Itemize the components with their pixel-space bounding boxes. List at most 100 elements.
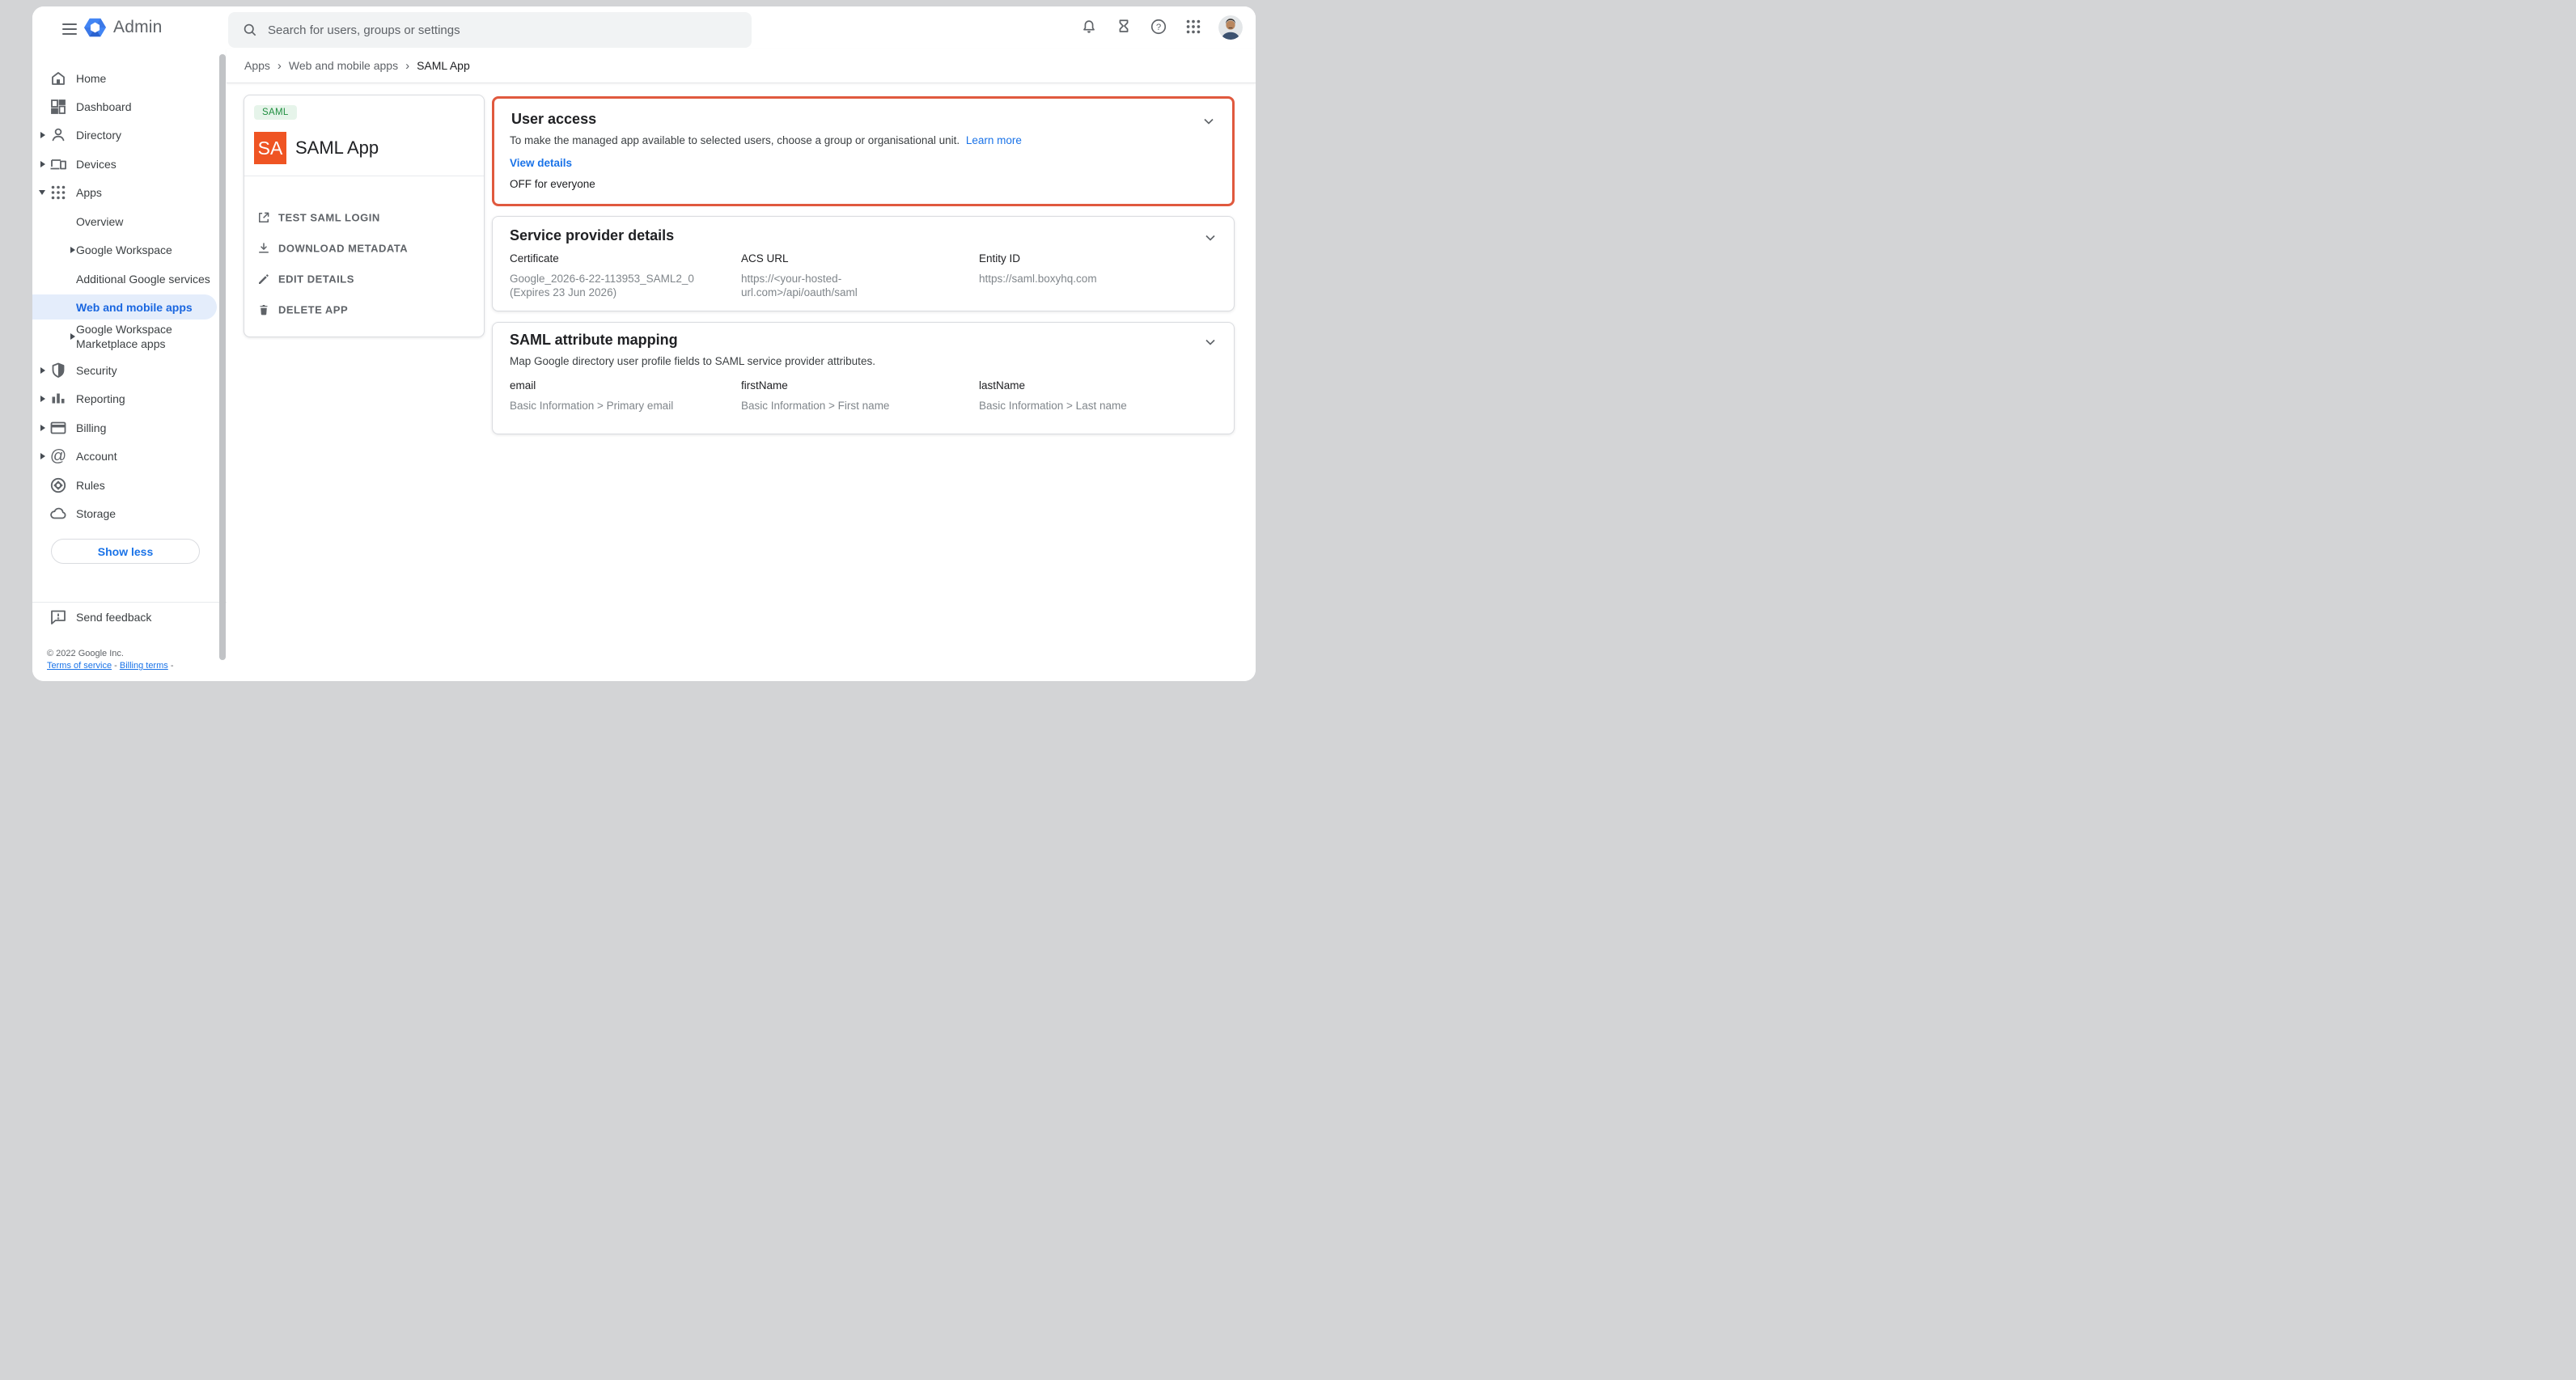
sidebar-item-devices[interactable]: Devices <box>32 150 227 178</box>
field-label: firstName <box>741 379 968 392</box>
field-value: https://<your-hosted- <box>741 272 968 286</box>
svg-text:?: ? <box>1156 23 1161 32</box>
sidebar-item-web-and-mobile-apps[interactable]: Web and mobile apps <box>32 294 217 320</box>
sidebar-divider <box>32 602 227 603</box>
sidebar-item-label: Google Workspace Marketplace apps <box>76 322 197 351</box>
sidebar-item-label: Additional Google services <box>76 273 210 286</box>
apps-grid-icon[interactable] <box>1184 18 1203 37</box>
field-value: Google_2026-6-22-113953_SAML2_0 <box>510 272 736 286</box>
sidebar-item-label: Overview <box>76 215 123 228</box>
footer-separator: - <box>168 661 174 671</box>
sidebar-item-security[interactable]: Security <box>32 356 227 384</box>
breadcrumb: Apps › Web and mobile apps › SAML App <box>227 49 1256 83</box>
expand-right-icon[interactable] <box>40 367 45 374</box>
person-icon <box>49 125 68 145</box>
sidebar-item-additional-google-services[interactable]: Additional Google services <box>32 265 227 293</box>
search-icon <box>242 22 258 38</box>
learn-more-link[interactable]: Learn more <box>966 134 1022 146</box>
sidebar-item-rules[interactable]: Rules <box>32 471 227 499</box>
top-right-icons: ? <box>1079 6 1243 49</box>
sidebar-item-overview[interactable]: Overview <box>32 207 227 235</box>
field-value: Basic Information > Primary email <box>510 399 736 413</box>
sidebar-item-label: Web and mobile apps <box>76 301 193 314</box>
sidebar-item-storage[interactable]: Storage <box>32 499 227 527</box>
send-feedback-button[interactable]: Send feedback <box>32 604 227 630</box>
user-access-status: OFF for everyone <box>510 178 595 190</box>
field-value: url.com>/api/oauth/saml <box>741 286 968 299</box>
chevron-down-icon[interactable] <box>1201 113 1217 129</box>
trash-icon <box>256 303 271 317</box>
sidebar-item-directory[interactable]: Directory <box>32 121 227 149</box>
expand-right-icon[interactable] <box>70 333 75 340</box>
expand-right-icon[interactable] <box>40 161 45 167</box>
chevron-down-icon[interactable] <box>1202 230 1218 246</box>
field-label: email <box>510 379 736 392</box>
chevron-down-icon[interactable] <box>1202 334 1218 350</box>
home-icon <box>49 69 68 88</box>
sidebar-item-google-workspace[interactable]: Google Workspace <box>32 235 227 264</box>
expand-right-icon[interactable] <box>40 425 45 431</box>
view-details-link[interactable]: View details <box>510 157 572 169</box>
sidebar-item-label: Storage <box>76 507 116 520</box>
attribute-mapping-description: Map Google directory user profile fields… <box>510 355 875 367</box>
notifications-bell-icon[interactable] <box>1079 18 1099 37</box>
sidebar-item-reporting[interactable]: Reporting <box>32 384 227 413</box>
panel-title: Service provider details <box>510 227 674 244</box>
sidebar-item-marketplace-apps[interactable]: Google Workspace Marketplace apps <box>32 320 227 353</box>
admin-logo: Admin <box>84 14 163 41</box>
billing-terms-link[interactable]: Billing terms <box>120 661 168 671</box>
sidebar-item-home[interactable]: Home <box>32 64 227 92</box>
sidebar-item-label: Rules <box>76 479 105 492</box>
field-value: (Expires 23 Jun 2026) <box>510 286 736 299</box>
collapse-down-icon[interactable] <box>39 190 45 195</box>
download-metadata-button[interactable]: DOWNLOAD METADATA <box>244 235 485 261</box>
sidebar-item-dashboard[interactable]: Dashboard <box>32 92 227 121</box>
avatar[interactable] <box>1218 15 1243 40</box>
action-label: TEST SAML LOGIN <box>278 212 380 224</box>
action-label: EDIT DETAILS <box>278 273 354 286</box>
footer-separator: - <box>112 661 120 671</box>
sidebar-item-label: Security <box>76 364 117 377</box>
credit-card-icon <box>49 418 68 438</box>
sidebar-item-label: Home <box>76 72 106 85</box>
breadcrumb-apps[interactable]: Apps <box>244 59 270 72</box>
field-label: Certificate <box>510 252 736 265</box>
search-input[interactable] <box>268 23 705 37</box>
footer-links: Terms of service - Billing terms - <box>47 661 174 671</box>
breadcrumb-web-and-mobile-apps[interactable]: Web and mobile apps <box>289 59 398 72</box>
sidebar-item-label: Dashboard <box>76 100 132 113</box>
sidebar-item-label: Account <box>76 450 117 463</box>
app-title: SAML App <box>295 132 379 164</box>
help-icon[interactable]: ? <box>1149 18 1168 37</box>
menu-icon[interactable] <box>60 18 79 37</box>
tasks-hourglass-icon[interactable] <box>1114 18 1133 37</box>
sidebar-item-apps[interactable]: Apps <box>32 178 227 206</box>
breadcrumb-current: SAML App <box>417 59 470 72</box>
sidebar-scrollbar[interactable] <box>219 54 226 660</box>
expand-right-icon[interactable] <box>40 132 45 138</box>
entity-id-field: Entity ID https://saml.boxyhq.com <box>979 252 1205 286</box>
service-provider-details-panel: Service provider details Certificate Goo… <box>492 216 1235 311</box>
delete-app-button[interactable]: DELETE APP <box>244 297 485 323</box>
expand-right-icon[interactable] <box>40 396 45 402</box>
test-saml-login-button[interactable]: TEST SAML LOGIN <box>244 205 485 231</box>
field-label: ACS URL <box>741 252 968 265</box>
show-less-button[interactable]: Show less <box>51 539 200 564</box>
terms-of-service-link[interactable]: Terms of service <box>47 661 112 671</box>
user-access-description: To make the managed app available to sel… <box>510 134 1022 146</box>
open-in-new-icon <box>256 210 271 225</box>
apps-icon <box>49 183 68 202</box>
edit-details-button[interactable]: EDIT DETAILS <box>244 266 485 292</box>
email-mapping-field: email Basic Information > Primary email <box>510 379 736 413</box>
content-area: SAML SA SAML App TEST SAML LOGIN <box>227 84 1256 681</box>
expand-right-icon[interactable] <box>40 453 45 459</box>
app-initials-tile: SA <box>254 132 286 164</box>
sidebar-item-billing[interactable]: Billing <box>32 413 227 442</box>
search-bar[interactable] <box>228 12 752 48</box>
acs-url-field: ACS URL https://<your-hosted- url.com>/a… <box>741 252 968 299</box>
sidebar-item-account[interactable]: @ Account <box>32 442 227 470</box>
sidebar-item-label: Billing <box>76 421 106 434</box>
field-label: lastName <box>979 379 1205 392</box>
lastname-mapping-field: lastName Basic Information > Last name <box>979 379 1205 413</box>
expand-right-icon[interactable] <box>70 247 75 253</box>
